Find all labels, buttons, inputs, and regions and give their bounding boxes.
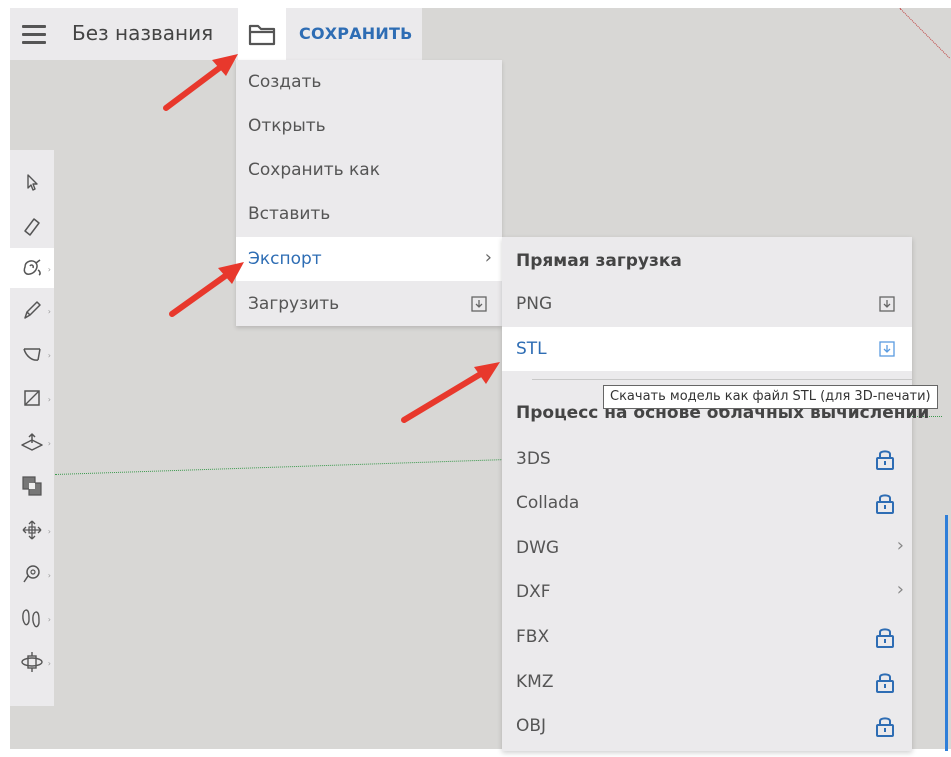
- tool-more-indicator: ›: [47, 307, 51, 316]
- arc-icon: [23, 348, 41, 361]
- folder-button[interactable]: [238, 8, 286, 60]
- lock-icon: [876, 450, 894, 470]
- tool-more-indicator: ›: [47, 265, 51, 274]
- pencil-tool[interactable]: ›: [10, 290, 54, 330]
- export-item-label: OBJ: [516, 716, 547, 736]
- export-item-label: FBX: [516, 627, 550, 647]
- lock-icon: [876, 628, 894, 648]
- tool-more-indicator: ›: [47, 659, 51, 668]
- download-icon: [471, 296, 487, 312]
- menu-item-label: Загрузить: [248, 294, 340, 314]
- document-title[interactable]: Без названия: [72, 21, 213, 45]
- menu-item-export[interactable]: Экспорт ›: [236, 237, 502, 281]
- pencil-icon: [24, 301, 41, 319]
- eraser-icon: [24, 218, 40, 236]
- hamburger-menu-icon[interactable]: [22, 24, 46, 44]
- push-pull-icon: [21, 433, 43, 451]
- tool-more-indicator: ›: [47, 615, 51, 624]
- walk-icon: [22, 609, 40, 628]
- menu-item-create[interactable]: Создать: [236, 60, 502, 104]
- rectangle-tool[interactable]: ›: [10, 378, 54, 418]
- left-toolbar: › › › › › › › › ›: [10, 150, 54, 706]
- export-obj[interactable]: OBJ: [502, 704, 912, 748]
- chevron-right-icon: ›: [484, 247, 492, 268]
- orbit-icon: [21, 652, 43, 672]
- menu-item-open[interactable]: Открыть: [236, 104, 502, 148]
- select-arrow-icon: [27, 174, 38, 191]
- menu-item-label: Открыть: [248, 116, 326, 136]
- submenu-divider: [532, 379, 912, 380]
- arc-tool[interactable]: ›: [10, 334, 54, 374]
- paint-bucket-tool[interactable]: ›: [10, 248, 54, 288]
- tool-more-indicator: ›: [47, 527, 51, 536]
- menu-item-upload[interactable]: Загрузить: [236, 282, 502, 326]
- export-item-label: 3DS: [516, 449, 551, 469]
- export-item-label: DWG: [516, 538, 560, 558]
- move-tool[interactable]: ›: [10, 510, 54, 550]
- export-dwg[interactable]: DWG ›: [502, 526, 912, 570]
- push-pull-tool[interactable]: ›: [10, 422, 54, 462]
- export-kmz[interactable]: KMZ: [502, 660, 912, 704]
- export-collada[interactable]: Collada: [502, 481, 912, 525]
- menu-item-label: Создать: [248, 72, 322, 92]
- offset-icon: [22, 476, 42, 496]
- move-icon: [22, 520, 42, 540]
- tool-more-indicator: ›: [47, 439, 51, 448]
- export-3ds[interactable]: 3DS: [502, 437, 912, 481]
- menu-item-label: Вставить: [248, 204, 331, 224]
- canvas-edge-highlight: [945, 515, 948, 751]
- file-menu: Создать Открыть Сохранить как Вставить Э…: [236, 60, 502, 326]
- top-bar: Без названия СОХРАНИТЬ: [10, 8, 422, 60]
- export-item-label: DXF: [516, 582, 551, 602]
- tape-measure-icon: [23, 565, 40, 583]
- select-tool[interactable]: [10, 162, 54, 202]
- menu-item-save-as[interactable]: Сохранить как: [236, 148, 502, 192]
- chevron-right-icon: ›: [896, 579, 904, 600]
- rectangle-icon: [24, 390, 40, 406]
- stl-tooltip: Скачать модель как файл STL (для 3D-печа…: [603, 385, 938, 409]
- export-fbx[interactable]: FBX: [502, 615, 912, 659]
- offset-tool[interactable]: [10, 466, 54, 506]
- menu-item-label: Сохранить как: [248, 160, 380, 180]
- export-item-label: Collada: [516, 493, 580, 513]
- tool-more-indicator: ›: [47, 395, 51, 404]
- eraser-tool[interactable]: [10, 206, 54, 246]
- export-item-label: STL: [516, 339, 547, 359]
- lock-icon: [876, 717, 894, 737]
- paint-bucket-icon: [23, 259, 41, 276]
- direct-download-header: Прямая загрузка: [516, 251, 682, 271]
- chevron-right-icon: ›: [896, 535, 904, 556]
- export-item-label: PNG: [516, 294, 553, 314]
- menu-item-label: Экспорт: [248, 249, 322, 269]
- tool-more-indicator: ›: [47, 571, 51, 580]
- tape-measure-tool[interactable]: ›: [10, 554, 54, 594]
- export-stl[interactable]: STL: [502, 327, 912, 371]
- walk-tool[interactable]: ›: [10, 598, 54, 638]
- lock-icon: [876, 673, 894, 693]
- download-icon: [879, 296, 895, 312]
- download-icon: [879, 341, 895, 357]
- export-submenu: Прямая загрузка PNG STL Процесс на основ…: [502, 237, 929, 751]
- lock-icon: [876, 494, 894, 514]
- export-item-label: KMZ: [516, 672, 554, 692]
- export-png[interactable]: PNG: [502, 282, 912, 326]
- folder-icon: [248, 24, 276, 46]
- tool-more-indicator: ›: [47, 351, 51, 360]
- save-button[interactable]: СОХРАНИТЬ: [299, 24, 412, 43]
- menu-item-insert[interactable]: Вставить: [236, 192, 502, 236]
- export-dxf[interactable]: DXF ›: [502, 570, 912, 614]
- orbit-tool[interactable]: ›: [10, 642, 54, 682]
